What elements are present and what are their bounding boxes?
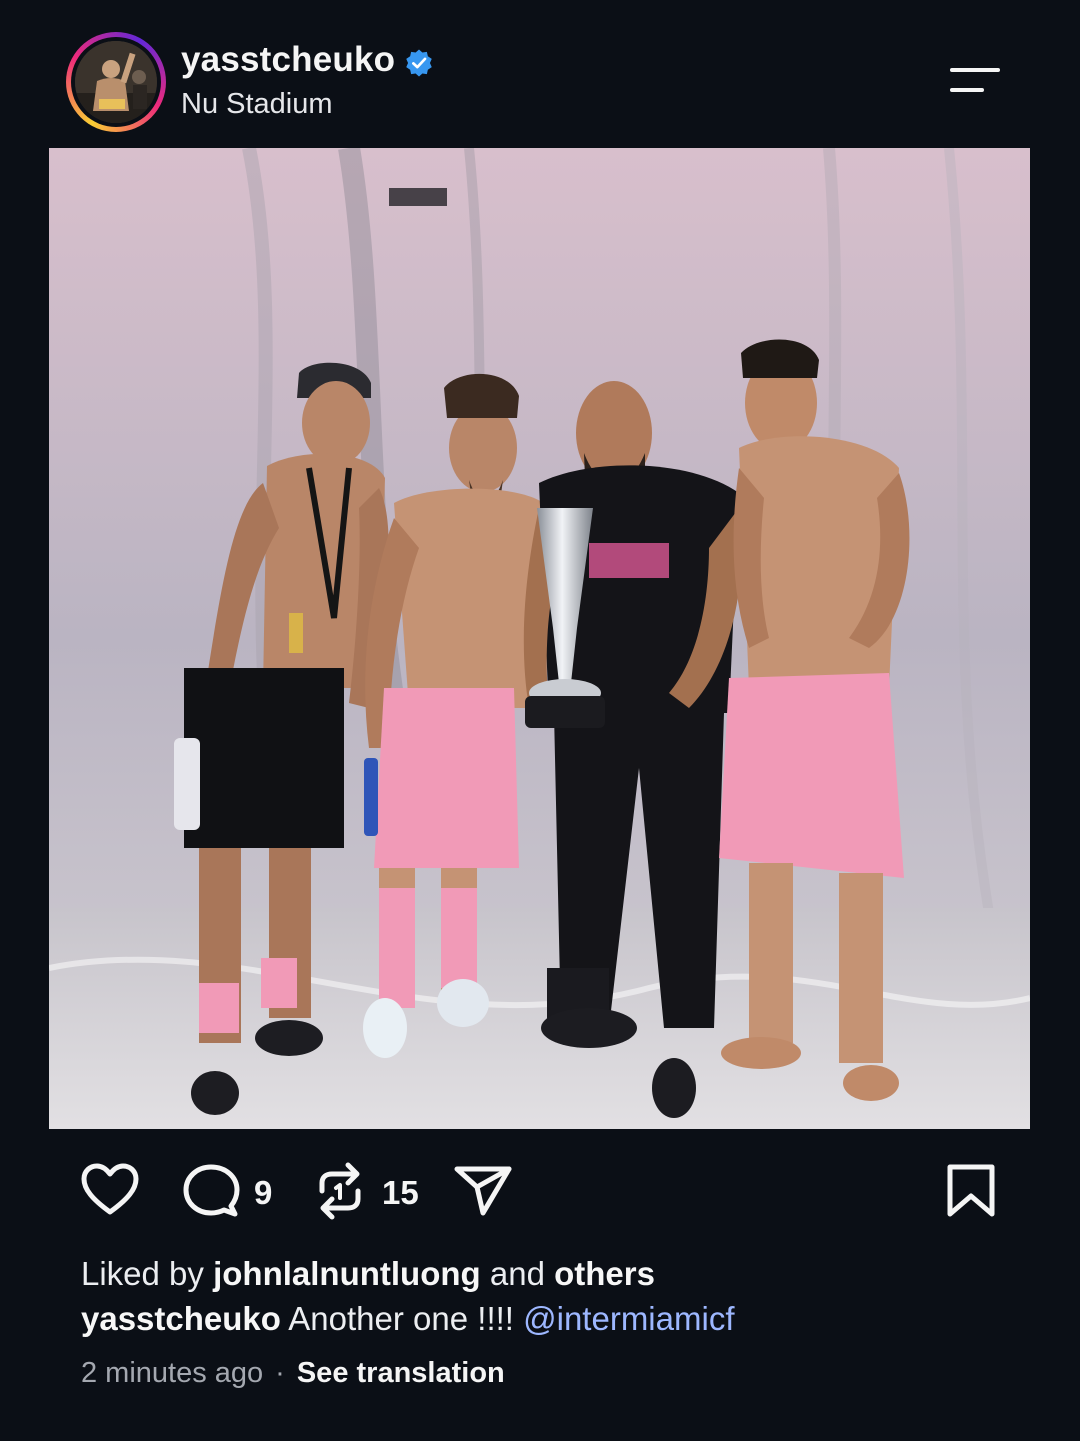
likes-prefix: Liked by bbox=[81, 1255, 204, 1292]
post-caption: yasstcheuko Another one !!!! @intermiami… bbox=[81, 1300, 734, 1338]
caption-mention[interactable]: @intermiamicf bbox=[523, 1300, 734, 1337]
post-photo[interactable] bbox=[49, 148, 1030, 1129]
verified-badge-icon bbox=[406, 49, 432, 77]
avatar[interactable] bbox=[66, 32, 166, 132]
photo-illustration bbox=[49, 148, 1030, 1129]
share-send-icon[interactable] bbox=[452, 1164, 514, 1218]
post-username[interactable]: yasstcheuko bbox=[181, 40, 395, 80]
see-translation-link[interactable]: See translation bbox=[297, 1357, 505, 1389]
post-meta: 2 minutes ago · See translation bbox=[81, 1357, 505, 1390]
likes-summary[interactable]: Liked by johnlalnuntluong and others bbox=[81, 1255, 655, 1293]
comments-count: 9 bbox=[254, 1174, 273, 1211]
repost-icon[interactable] bbox=[312, 1161, 368, 1221]
comment-bubble-icon[interactable] bbox=[182, 1163, 240, 1219]
like-heart-icon[interactable] bbox=[80, 1162, 140, 1218]
post-location[interactable]: Nu Stadium bbox=[181, 88, 333, 121]
menu-icon-bar-top bbox=[950, 68, 1000, 72]
save-bookmark-icon[interactable] bbox=[944, 1162, 998, 1220]
caption-username[interactable]: yasstcheuko bbox=[81, 1300, 281, 1337]
menu-button[interactable] bbox=[944, 60, 1004, 100]
reposts-count: 15 bbox=[382, 1174, 419, 1211]
avatar-image bbox=[75, 41, 157, 123]
avatar-figure-icon bbox=[75, 41, 157, 123]
post-actions: 9 15 bbox=[0, 1150, 1080, 1240]
likes-middle: and bbox=[489, 1255, 545, 1292]
post-timestamp: 2 minutes ago bbox=[81, 1357, 264, 1389]
avatar-border bbox=[71, 37, 161, 127]
menu-icon-bar-bottom bbox=[950, 88, 984, 92]
liked-by-others[interactable]: others bbox=[554, 1255, 655, 1292]
liked-by-user[interactable]: johnlalnuntluong bbox=[213, 1255, 481, 1292]
caption-text: Another one !!!! bbox=[288, 1300, 514, 1337]
post-header: yasstcheuko Nu Stadium bbox=[0, 0, 1080, 148]
meta-separator: · bbox=[275, 1357, 285, 1389]
